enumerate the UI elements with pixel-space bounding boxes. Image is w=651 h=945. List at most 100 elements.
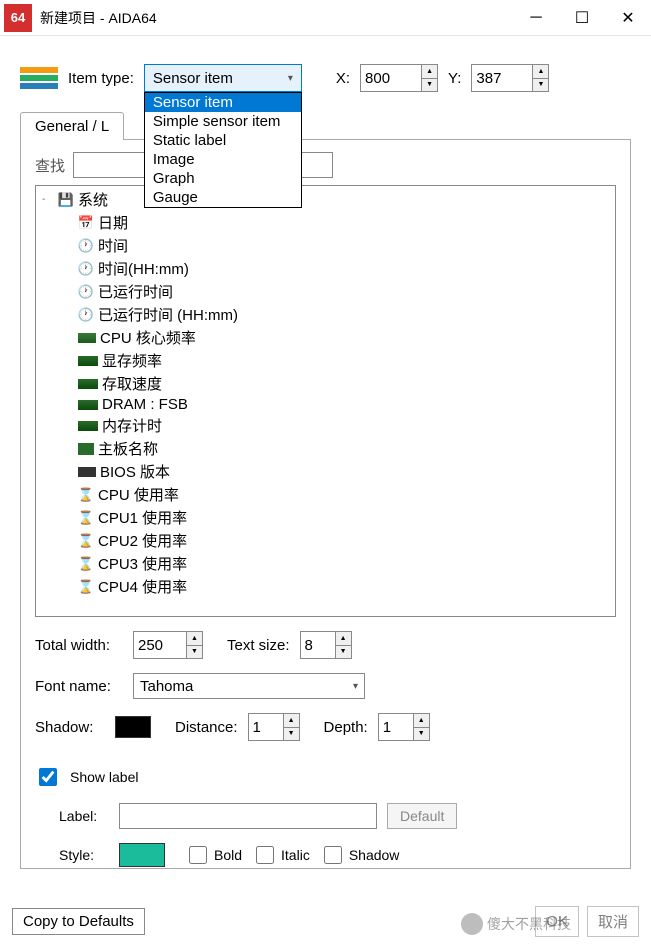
tree-item[interactable]: ⌛CPU2 使用率 xyxy=(36,529,615,552)
maximize-button[interactable]: ☐ xyxy=(559,0,605,36)
tree-item[interactable]: 📅日期 xyxy=(36,211,615,234)
y-input[interactable] xyxy=(471,64,533,92)
close-button[interactable]: ✕ xyxy=(605,0,651,36)
text-size-input[interactable] xyxy=(300,631,336,659)
tree-item-label: CPU 使用率 xyxy=(98,484,179,505)
clock-icon: 🕐 xyxy=(78,284,94,300)
y-label: Y: xyxy=(448,70,461,87)
shadow-checkbox[interactable] xyxy=(324,846,342,864)
tree-item[interactable]: ⌛CPU4 使用率 xyxy=(36,575,615,598)
shadow-option[interactable]: Shadow xyxy=(320,843,400,867)
logo-icon xyxy=(20,67,58,89)
item-type-label: Item type: xyxy=(68,70,134,87)
tree-item[interactable]: 存取速度 xyxy=(36,372,615,395)
tree-item-label: 已运行时间 (HH:mm) xyxy=(98,304,238,325)
depth-input[interactable] xyxy=(378,713,414,741)
bold-checkbox[interactable] xyxy=(189,846,207,864)
tree-item[interactable]: ⌛CPU3 使用率 xyxy=(36,552,615,575)
chevron-down-icon: ▾ xyxy=(288,73,293,84)
distance-input[interactable] xyxy=(248,713,284,741)
show-label-checkbox[interactable] xyxy=(39,768,57,786)
font-name-select[interactable]: Tahoma ▾ xyxy=(133,673,365,699)
dropdown-item[interactable]: Image xyxy=(145,150,301,169)
tree-item-label: 时间(HH:mm) xyxy=(98,258,189,279)
dropdown-item[interactable]: Sensor item xyxy=(145,93,301,112)
tree-item-label: CPU1 使用率 xyxy=(98,507,187,528)
label-label: Label: xyxy=(59,808,109,824)
dropdown-item[interactable]: Graph xyxy=(145,169,301,188)
dropdown-item[interactable]: Static label xyxy=(145,131,301,150)
tree-item[interactable]: 🕐已运行时间 (HH:mm) xyxy=(36,303,615,326)
clock-icon: 🕐 xyxy=(78,261,94,277)
show-label-text: Show label xyxy=(70,769,139,785)
chip-icon xyxy=(78,333,96,343)
window-title: 新建项目 - AIDA64 xyxy=(40,8,513,28)
chevron-down-icon: ▾ xyxy=(353,681,358,692)
tree-item[interactable]: 主板名称 xyxy=(36,437,615,460)
depth-spinner[interactable]: ▲▼ xyxy=(414,713,430,741)
minimize-button[interactable]: ─ xyxy=(513,0,559,36)
copy-defaults-button[interactable]: Copy to Defaults xyxy=(12,908,145,935)
hour-icon: ⌛ xyxy=(78,487,94,503)
tree-item[interactable]: ⌛CPU 使用率 xyxy=(36,483,615,506)
font-name-label: Font name: xyxy=(35,678,123,695)
tree-item[interactable]: -💾系统 xyxy=(36,188,615,211)
total-width-input[interactable] xyxy=(133,631,187,659)
tree-item[interactable]: 🕐时间(HH:mm) xyxy=(36,257,615,280)
label-input[interactable] xyxy=(119,803,377,829)
clock-icon: 🕐 xyxy=(78,307,94,323)
item-type-value: Sensor item xyxy=(153,70,233,87)
tree-item[interactable]: 🕐时间 xyxy=(36,234,615,257)
tree-item-label: 日期 xyxy=(98,212,128,233)
dropdown-item[interactable]: Gauge xyxy=(145,188,301,207)
titlebar: 64 新建项目 - AIDA64 ─ ☐ ✕ xyxy=(0,0,651,36)
tree-item-label: 显存频率 xyxy=(102,350,162,371)
app-icon: 64 xyxy=(4,4,32,32)
tree-item[interactable]: CPU 核心频率 xyxy=(36,326,615,349)
sensor-tree[interactable]: -💾系统📅日期🕐时间🕐时间(HH:mm)🕐已运行时间🕐已运行时间 (HH:mm)… xyxy=(35,185,616,617)
tree-item[interactable]: 显存频率 xyxy=(36,349,615,372)
text-size-spinner[interactable]: ▲▼ xyxy=(336,631,352,659)
tree-item-label: CPU3 使用率 xyxy=(98,553,187,574)
distance-spinner[interactable]: ▲▼ xyxy=(284,713,300,741)
italic-option[interactable]: Italic xyxy=(252,843,310,867)
dropdown-item[interactable]: Simple sensor item xyxy=(145,112,301,131)
item-type-dropdown: Sensor itemSimple sensor itemStatic labe… xyxy=(144,92,302,208)
ram-icon xyxy=(78,400,98,410)
cancel-button[interactable]: 取消 xyxy=(587,906,639,937)
tree-item[interactable]: 内存计时 xyxy=(36,414,615,437)
tree-item[interactable]: ⌛CPU1 使用率 xyxy=(36,506,615,529)
style-color-swatch[interactable] xyxy=(119,843,165,867)
tab-general[interactable]: General / L xyxy=(20,112,124,140)
x-label: X: xyxy=(336,70,350,87)
tree-item-label: 系统 xyxy=(78,189,108,210)
watermark: 傻大不黑科技 xyxy=(461,913,571,935)
style-label: Style: xyxy=(59,847,109,863)
x-input[interactable] xyxy=(360,64,422,92)
default-button[interactable]: Default xyxy=(387,803,457,829)
mb-icon xyxy=(78,443,94,455)
total-width-spinner[interactable]: ▲▼ xyxy=(187,631,203,659)
x-spinner[interactable]: ▲▼ xyxy=(422,64,438,92)
ram-icon xyxy=(78,421,98,431)
distance-label: Distance: xyxy=(175,719,238,736)
tree-item-label: 存取速度 xyxy=(102,373,162,394)
italic-checkbox[interactable] xyxy=(256,846,274,864)
shadow-color-swatch[interactable] xyxy=(115,716,151,738)
hour-icon: ⌛ xyxy=(78,510,94,526)
tree-item[interactable]: DRAM : FSB xyxy=(36,395,615,414)
tree-item-label: 已运行时间 xyxy=(98,281,173,302)
text-size-label: Text size: xyxy=(227,637,290,654)
tree-item[interactable]: 🕐已运行时间 xyxy=(36,280,615,303)
bold-option[interactable]: Bold xyxy=(185,843,242,867)
find-label: 查找 xyxy=(35,152,65,179)
tree-item-label: 内存计时 xyxy=(102,415,162,436)
drive-icon: 💾 xyxy=(58,192,74,208)
clock-icon: 🕐 xyxy=(78,238,94,254)
y-spinner[interactable]: ▲▼ xyxy=(533,64,549,92)
tree-item-label: CPU4 使用率 xyxy=(98,576,187,597)
cal-icon: 📅 xyxy=(78,215,94,231)
item-type-combo[interactable]: Sensor item ▾ Sensor itemSimple sensor i… xyxy=(144,64,302,92)
tree-item-label: 主板名称 xyxy=(98,438,158,459)
tree-item[interactable]: BIOS 版本 xyxy=(36,460,615,483)
